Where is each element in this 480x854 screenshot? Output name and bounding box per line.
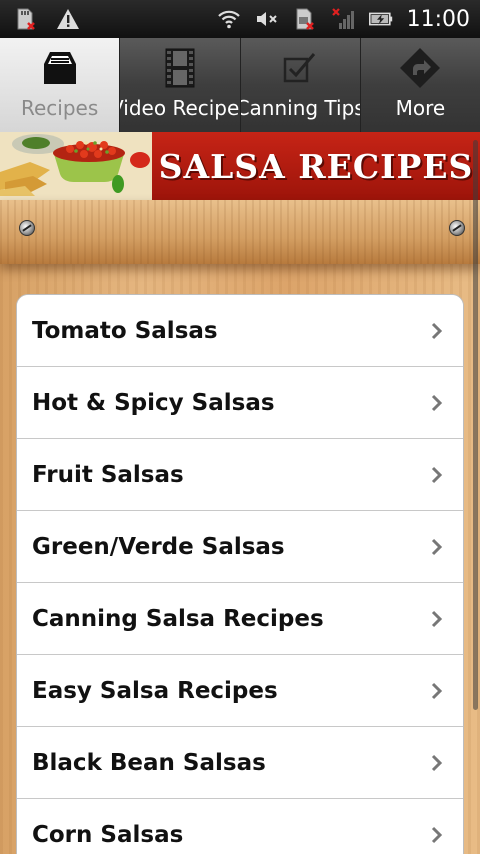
list-item-green-verde-salsas[interactable]: Green/Verde Salsas [17,511,463,583]
warning-icon [56,7,80,31]
list-item-label: Hot & Spicy Salsas [32,389,275,416]
chevron-right-icon [429,680,445,702]
salsa-category-list: Tomato Salsas Hot & Spicy Salsas Fruit S… [16,294,464,854]
list-item-label: Fruit Salsas [32,461,184,488]
content-area: SALSA RECIPES Tomato Salsas Hot & Spicy … [0,132,480,854]
inbox-tray-icon [38,46,82,90]
film-icon [158,46,202,90]
screw-icon [449,220,465,236]
tab-recipes[interactable]: Recipes [0,38,121,132]
tab-more[interactable]: More [360,38,480,132]
list-item-label: Black Bean Salsas [32,749,266,776]
list-item-label: Green/Verde Salsas [32,533,285,560]
status-right-icons: 11:00 [217,7,480,32]
list-item-label: Canning Salsa Recipes [32,605,324,632]
battery-charging-icon [368,7,393,31]
sim-error-icon [293,7,317,31]
salsa-bowl-image [0,132,152,200]
chevron-right-icon [429,752,445,774]
banner-title: SALSA RECIPES [152,132,480,200]
wifi-icon [217,7,241,31]
status-bar: 11:00 [0,0,480,38]
status-left-icons [0,7,80,31]
mute-icon [255,7,279,31]
tab-bar: Recipes Video Recipes Canning Tips More [0,38,480,132]
list-item-label: Corn Salsas [32,821,184,848]
chevron-right-icon [429,392,445,414]
more-arrow-icon [398,46,442,90]
list-item-corn-salsas[interactable]: Corn Salsas [17,799,463,854]
screw-icon [19,220,35,236]
list-item-hot-spicy-salsas[interactable]: Hot & Spicy Salsas [17,367,463,439]
list-item-canning-salsa-recipes[interactable]: Canning Salsa Recipes [17,583,463,655]
tab-canning-tips[interactable]: Canning Tips [240,38,361,132]
list-item-tomato-salsas[interactable]: Tomato Salsas [17,295,463,367]
tab-label-recipes: Recipes [20,96,99,120]
salsa-banner: SALSA RECIPES [0,132,480,200]
list-item-label: Tomato Salsas [32,317,218,344]
sd-card-error-icon [14,7,38,31]
list-item-easy-salsa-recipes[interactable]: Easy Salsa Recipes [17,655,463,727]
tab-label-canning-tips: Canning Tips [240,96,361,120]
chevron-right-icon [429,608,445,630]
chevron-right-icon [429,320,445,342]
tab-video-recipes[interactable]: Video Recipes [120,38,241,132]
no-signal-icon [331,7,355,31]
chevron-right-icon [429,536,445,558]
list-item-black-bean-salsas[interactable]: Black Bean Salsas [17,727,463,799]
status-clock: 11:00 [406,6,470,32]
scrollbar[interactable] [473,140,478,710]
list-item-label: Easy Salsa Recipes [32,677,278,704]
wood-plank-header [0,200,480,264]
chevron-right-icon [429,464,445,486]
list-item-fruit-salsas[interactable]: Fruit Salsas [17,439,463,511]
chevron-right-icon [429,824,445,846]
checkbox-icon [278,46,322,90]
tab-label-video-recipes: Video Recipes [120,96,240,120]
tab-label-more: More [395,96,446,120]
